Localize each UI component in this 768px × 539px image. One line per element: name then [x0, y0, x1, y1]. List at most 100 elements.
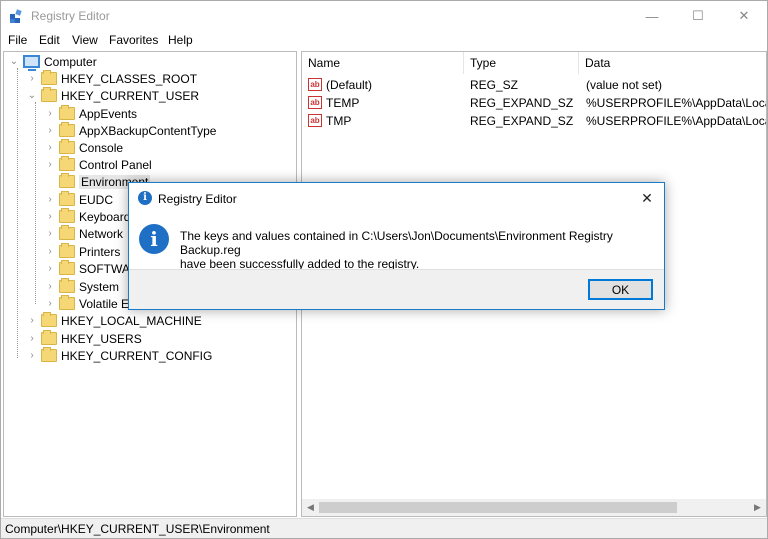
tree-item-appxbackupcontenttype[interactable]: › AppXBackupContentType [43, 122, 216, 139]
tree-item-hkey-users[interactable]: › HKEY_USERS [25, 330, 142, 347]
expand-icon[interactable]: › [43, 281, 57, 292]
expand-icon[interactable]: › [43, 108, 57, 119]
tree-item-label: Printers [79, 244, 121, 259]
menu-view[interactable]: View [72, 33, 98, 47]
folder-icon [59, 156, 75, 171]
folder-icon [41, 312, 57, 327]
folder-icon [59, 208, 75, 223]
tree-item-label: Control Panel [79, 157, 152, 172]
expand-icon[interactable]: › [43, 228, 57, 239]
tree-item-label: Computer [44, 54, 97, 69]
tree-item-eudc[interactable]: › EUDC [43, 191, 113, 208]
scroll-left-icon[interactable]: ◀ [302, 499, 319, 516]
dialog-title-bar: i Registry Editor ✕ [129, 183, 664, 213]
dialog-footer: OK [129, 269, 664, 309]
tree-item-appevents[interactable]: › AppEvents [43, 105, 137, 122]
dialog-close-button[interactable]: ✕ [630, 183, 664, 213]
maximize-button[interactable]: ☐ [675, 1, 721, 31]
expand-icon[interactable]: › [43, 194, 57, 205]
value-data: (value not set) [586, 78, 663, 92]
column-header-label: Data [585, 56, 611, 70]
tree-item-control-panel[interactable]: › Control Panel [43, 156, 152, 173]
expand-icon[interactable]: › [43, 142, 57, 153]
value-data: %USERPROFILE%\AppData\Local\Te [586, 96, 766, 110]
folder-icon [59, 173, 75, 188]
menu-favorites[interactable]: Favorites [109, 33, 158, 47]
import-success-dialog: i Registry Editor ✕ i The keys and value… [128, 182, 665, 310]
collapse-icon[interactable]: ⌄ [25, 90, 39, 101]
tree-item-label: HKEY_CLASSES_ROOT [61, 71, 198, 86]
minimize-button[interactable]: — [629, 1, 675, 31]
expand-icon[interactable]: › [25, 315, 39, 326]
tree-item-label: HKEY_CURRENT_CONFIG [61, 348, 213, 363]
folder-icon [59, 225, 75, 240]
menu-file[interactable]: File [8, 33, 27, 47]
tree-item-hkey-current-user[interactable]: ⌄ HKEY_CURRENT_USER [25, 87, 199, 104]
info-icon: i [139, 224, 169, 254]
collapse-icon[interactable]: ⌄ [7, 56, 21, 67]
expand-icon[interactable]: › [43, 211, 57, 222]
value-name: TMP [326, 114, 352, 128]
tree-item-keyboard[interactable]: › Keyboard [43, 208, 130, 225]
tree-item-hkey-current-config[interactable]: › HKEY_CURRENT_CONFIG [25, 347, 212, 364]
expand-icon[interactable]: › [25, 73, 39, 84]
status-bar: Computer\HKEY_CURRENT_USER\Environment [1, 518, 767, 538]
folder-icon [59, 139, 75, 154]
folder-icon [59, 191, 75, 206]
tree-item-label: HKEY_CURRENT_USER [61, 88, 200, 103]
expand-icon[interactable]: › [43, 298, 57, 309]
tree-item-console[interactable]: › Console [43, 139, 123, 156]
horizontal-scrollbar[interactable]: ◀ ▶ [302, 499, 766, 516]
column-header-data[interactable]: Data [579, 52, 766, 74]
tree-item-software[interactable]: › SOFTWA [43, 260, 130, 277]
tree-item-computer[interactable]: ⌄ Computer [7, 53, 97, 71]
info-icon: i [138, 191, 152, 205]
string-value-icon: ab [308, 78, 322, 91]
expand-icon[interactable]: › [43, 159, 57, 170]
scroll-right-icon[interactable]: ▶ [749, 499, 766, 516]
tree-item-label: AppEvents [79, 106, 138, 121]
expand-icon[interactable]: › [25, 350, 39, 361]
tree-item-label: Console [79, 140, 124, 155]
expand-icon[interactable]: › [43, 263, 57, 274]
tree-item-label: AppXBackupContentType [79, 123, 217, 138]
menu-help[interactable]: Help [168, 33, 193, 47]
tree-item-volatile-environment[interactable]: › Volatile E [43, 295, 129, 312]
close-button[interactable]: ✕ [721, 1, 767, 31]
string-value-icon: ab [308, 96, 322, 109]
table-row[interactable]: ab TMP REG_EXPAND_SZ %USERPROFILE%\AppDa… [302, 112, 766, 130]
table-row[interactable]: ab (Default) REG_SZ (value not set) [302, 76, 766, 94]
tree-item-system[interactable]: › System [43, 278, 119, 295]
folder-icon [41, 347, 57, 362]
expand-icon[interactable]: › [43, 246, 57, 257]
tree-item-label: SOFTWA [79, 261, 130, 276]
value-name: TEMP [326, 96, 360, 110]
table-row[interactable]: ab TEMP REG_EXPAND_SZ %USERPROFILE%\AppD… [302, 94, 766, 112]
dialog-message: The keys and values contained in C:\User… [180, 229, 664, 271]
tree-item-hkey-local-machine[interactable]: › HKEY_LOCAL_MACHINE [25, 312, 202, 329]
title-bar: Registry Editor — ☐ ✕ [1, 1, 767, 31]
column-header-name[interactable]: Name [302, 52, 464, 74]
expand-icon[interactable]: › [25, 333, 39, 344]
folder-icon [59, 295, 75, 310]
tree-item-network[interactable]: › Network [43, 225, 123, 242]
column-header-type[interactable]: Type [464, 52, 579, 74]
string-value-icon: ab [308, 114, 322, 127]
expand-icon[interactable]: › [43, 125, 57, 136]
tree-item-hkey-classes-root[interactable]: › HKEY_CLASSES_ROOT [25, 70, 197, 87]
value-data: %USERPROFILE%\AppData\Local\Te [586, 114, 766, 128]
folder-icon [59, 260, 75, 275]
tree-item-label: HKEY_USERS [61, 331, 142, 346]
computer-icon [23, 55, 40, 71]
folder-icon [59, 105, 75, 120]
tree-item-printers[interactable]: › Printers [43, 243, 120, 260]
menu-edit[interactable]: Edit [39, 33, 60, 47]
scrollbar-thumb[interactable] [319, 502, 677, 513]
folder-icon [41, 70, 57, 85]
folder-icon [41, 87, 57, 102]
value-type: REG_EXPAND_SZ [470, 114, 574, 128]
tree-guide-line [35, 102, 36, 304]
registry-editor-app-icon [10, 9, 22, 23]
column-header-label: Name [308, 56, 341, 70]
ok-button[interactable]: OK [588, 279, 653, 300]
